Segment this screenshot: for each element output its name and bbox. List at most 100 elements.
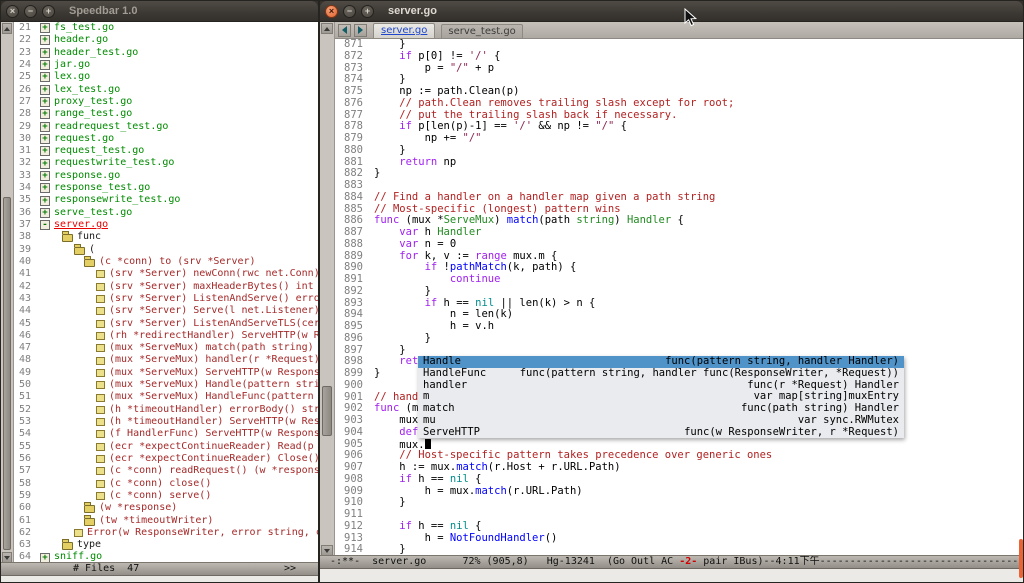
speedbar-item-tag[interactable]: 51(mux *ServeMux) HandleFunc(pattern str… [14, 391, 318, 403]
expand-toggle-icon[interactable]: + [40, 183, 50, 193]
expand-toggle-icon[interactable]: + [40, 85, 50, 95]
code-line[interactable]: 881 return np [339, 157, 1023, 169]
code-line[interactable]: 873 p = "/" + p [339, 63, 1023, 75]
minimize-button[interactable]: − [24, 5, 37, 18]
speedbar-item-file[interactable]: 28+range_test.go [14, 108, 318, 120]
speedbar-modeline[interactable]: # Files 47 >> [1, 562, 318, 576]
speedbar-item-label[interactable]: lex_test.go [54, 84, 120, 96]
speedbar-tree[interactable]: 21+fs_test.go22+header.go23+header_test.… [14, 22, 318, 564]
speedbar-item-tag[interactable]: 55(ecr *expectContinueReader) Read(p []b… [14, 441, 318, 453]
speedbar-item-label[interactable]: (c *conn) to (srv *Server) [99, 256, 256, 268]
completion-item[interactable]: ServeHTTPfunc(w ResponseWriter, r *Reque… [418, 427, 904, 439]
code-line[interactable]: 910 } [339, 497, 1023, 509]
minimize-button[interactable]: − [343, 5, 356, 18]
speedbar-item-file[interactable]: 26+lex_test.go [14, 84, 318, 96]
code-line[interactable]: 913 h = NotFoundHandler() [339, 533, 1023, 545]
expand-toggle-icon[interactable]: + [40, 122, 50, 132]
speedbar-item-file[interactable]: 31+request_test.go [14, 145, 318, 157]
speedbar-item-label[interactable]: readrequest_test.go [54, 121, 168, 133]
speedbar-item-file[interactable]: 32+requestwrite_test.go [14, 157, 318, 169]
speedbar-item-label[interactable]: (srv *Server) ListenAndServeTLS(certFile… [109, 318, 318, 330]
expand-toggle-icon[interactable]: + [40, 159, 50, 169]
speedbar-item-label[interactable]: header.go [54, 34, 108, 46]
code-editor[interactable]: 871 }872 if p[0] != '/' {873 p = "/" + p… [335, 39, 1023, 555]
scrollbar-thumb[interactable] [3, 197, 11, 550]
speedbar-item-label[interactable]: (f HandlerFunc) ServeHTTP(w ResponseWrit… [109, 428, 318, 440]
expand-toggle-icon[interactable]: + [40, 146, 50, 156]
speedbar-item-label[interactable]: range_test.go [54, 108, 132, 120]
speedbar-item-label[interactable]: response_test.go [54, 182, 150, 194]
tab-serve-test-go[interactable]: serve_test.go [441, 24, 522, 38]
speedbar-item-tag[interactable]: 57(c *conn) readRequest() (w *response, … [14, 465, 318, 477]
scroll-up-button[interactable] [321, 23, 333, 34]
speedbar-item-tag[interactable]: 45(srv *Server) ListenAndServeTLS(certFi… [14, 318, 318, 330]
speedbar-item-tag[interactable]: 43(srv *Server) ListenAndServe() error [14, 293, 318, 305]
expand-toggle-icon[interactable]: + [40, 48, 50, 58]
code-line[interactable]: 879 np += "/" [339, 133, 1023, 145]
maximize-button[interactable]: + [361, 5, 374, 18]
speedbar-item-label[interactable]: request.go [54, 133, 114, 145]
speedbar-item-label[interactable]: (h *timeoutHandler) errorBody() string [109, 404, 318, 416]
speedbar-item-file[interactable]: 34+response_test.go [14, 182, 318, 194]
speedbar-item-label[interactable]: (ecr *expectContinueReader) Close() erro… [109, 453, 318, 465]
speedbar-item-file[interactable]: 27+proxy_test.go [14, 96, 318, 108]
speedbar-item-label[interactable]: lex.go [54, 71, 90, 83]
completion-item[interactable]: Handlefunc(pattern string, handler Handl… [418, 356, 904, 368]
tab-server-go[interactable]: server.go [373, 23, 435, 38]
speedbar-item-tag[interactable]: 62Error(w ResponseWriter, error string, … [14, 527, 318, 539]
speedbar-item-tag[interactable]: 54(f HandlerFunc) ServeHTTP(w ResponseWr… [14, 428, 318, 440]
speedbar-item-label[interactable]: func [77, 231, 101, 243]
speedbar-item-file[interactable]: 35+responsewrite_test.go [14, 194, 318, 206]
code-line[interactable]: 882} [339, 168, 1023, 180]
speedbar-item-bucket[interactable]: 61(tw *timeoutWriter) [14, 515, 318, 527]
speedbar-item-file[interactable]: 21+fs_test.go [14, 22, 318, 34]
speedbar-item-tag[interactable]: 59(c *conn) serve() [14, 490, 318, 502]
speedbar-item-group[interactable]: 63type [14, 539, 318, 551]
speedbar-item-label[interactable]: requestwrite_test.go [54, 157, 174, 169]
speedbar-item-group[interactable]: 38func [14, 231, 318, 243]
speedbar-item-label[interactable]: serve_test.go [54, 207, 132, 219]
maximize-button[interactable]: + [42, 5, 55, 18]
speedbar-item-label[interactable]: response.go [54, 170, 120, 182]
speedbar-item-tag[interactable]: 47(mux *ServeMux) match(path string) Han… [14, 342, 318, 354]
speedbar-item-file[interactable]: 37-server.go [14, 219, 318, 231]
speedbar-item-label[interactable]: (srv *Server) maxHeaderBytes() int [109, 281, 314, 293]
speedbar-item-label[interactable]: fs_test.go [54, 22, 114, 34]
tab-scroll-right-button[interactable] [354, 24, 367, 37]
expand-toggle-icon[interactable]: + [40, 171, 50, 181]
speedbar-item-label[interactable]: (tw *timeoutWriter) [99, 515, 213, 527]
speedbar-item-file[interactable]: 30+request.go [14, 133, 318, 145]
speedbar-item-tag[interactable]: 58(c *conn) close() [14, 478, 318, 490]
speedbar-item-label[interactable]: server.go [54, 219, 108, 231]
speedbar-item-bucket[interactable]: 40(c *conn) to (srv *Server) [14, 256, 318, 268]
code-line[interactable]: 896 } [339, 333, 1023, 345]
speedbar-item-group[interactable]: 39( [14, 244, 318, 256]
speedbar-item-label[interactable]: jar.go [54, 59, 90, 71]
expand-toggle-icon[interactable]: + [40, 134, 50, 144]
code-line[interactable]: 895 h = v.h [339, 321, 1023, 333]
speedbar-item-tag[interactable]: 42(srv *Server) maxHeaderBytes() int [14, 281, 318, 293]
speedbar-item-file[interactable]: 25+lex.go [14, 71, 318, 83]
code-line[interactable]: 914 } [339, 544, 1023, 555]
speedbar-item-label[interactable]: header_test.go [54, 47, 138, 59]
speedbar-item-label[interactable]: proxy_test.go [54, 96, 132, 108]
speedbar-scrollbar[interactable] [1, 22, 14, 564]
tab-scroll-left-button[interactable] [338, 24, 351, 37]
close-button[interactable]: × [6, 5, 19, 18]
editor-scrollbar[interactable] [320, 22, 335, 557]
speedbar-item-label[interactable]: (c *conn) close() [109, 478, 211, 490]
completion-item[interactable]: muvar sync.RWMutex [418, 415, 904, 427]
speedbar-item-file[interactable]: 23+header_test.go [14, 47, 318, 59]
editor-titlebar[interactable]: × − + server.go [320, 1, 1023, 22]
speedbar-item-label[interactable]: ( [89, 244, 95, 256]
expand-toggle-icon[interactable]: + [40, 23, 50, 33]
speedbar-item-tag[interactable]: 49(mux *ServeMux) ServeHTTP(w ResponseWr… [14, 367, 318, 379]
speedbar-item-bucket[interactable]: 60(w *response) [14, 502, 318, 514]
overlay-scrollbar-thumb[interactable] [1019, 539, 1023, 578]
completion-item[interactable]: matchfunc(path string) Handler [418, 403, 904, 415]
speedbar-item-label[interactable]: (srv *Server) newConn(rwc net.Conn) (c *… [109, 268, 318, 280]
expand-toggle-icon[interactable]: + [40, 72, 50, 82]
speedbar-item-label[interactable]: (mux *ServeMux) Handle(pattern string, h… [109, 379, 318, 391]
scroll-up-button[interactable] [2, 23, 12, 34]
speedbar-item-tag[interactable]: 41(srv *Server) newConn(rwc net.Conn) (c… [14, 268, 318, 280]
